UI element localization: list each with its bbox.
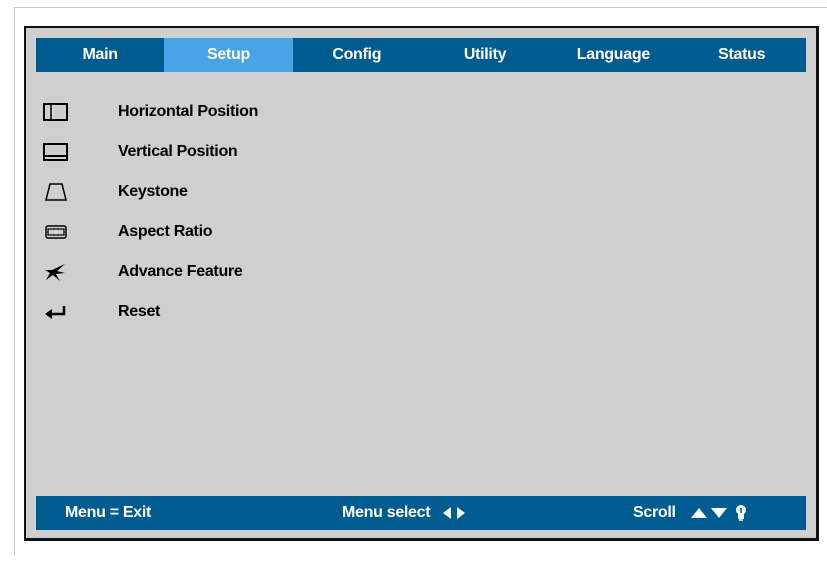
menu-select-label: Menu select [342,504,431,521]
exit-hint: Menu = Exit [65,504,152,521]
setup-menu-list: Horizontal Position Vertical Position Ke… [43,92,258,332]
tab-utility[interactable]: Utility [421,38,549,72]
vertical-position-icon [43,141,79,163]
menu-item-aspect-ratio[interactable]: Aspect Ratio [43,212,258,252]
down-arrow-icon [710,507,728,519]
menu-select-hint: Menu select [342,496,466,530]
osd-menu-panel: Main Setup Config Utility Language Statu… [24,26,819,541]
frame-left-border [14,7,15,555]
menu-item-label: Aspect Ratio [118,223,213,240]
menu-item-horizontal-position[interactable]: Horizontal Position [43,92,258,132]
menu-item-vertical-position[interactable]: Vertical Position [43,132,258,172]
menu-item-reset[interactable]: Reset [43,292,258,332]
menu-item-keystone[interactable]: Keystone [43,172,258,212]
tab-config[interactable]: Config [293,38,421,72]
footer-hint-bar: Menu = Exit Menu select Scroll [36,496,806,530]
keystone-icon [43,181,79,203]
lightbulb-icon [734,504,748,522]
scroll-hint: Scroll [633,496,748,530]
tab-main[interactable]: Main [36,38,164,72]
tab-setup[interactable]: Setup [164,38,293,72]
menu-item-label: Horizontal Position [118,103,259,120]
horizontal-position-icon [43,101,79,123]
reset-icon [43,301,79,323]
menu-item-label: Reset [118,303,161,320]
right-arrow-icon [456,506,466,520]
menu-item-advance-feature[interactable]: Advance Feature [43,252,258,292]
frame-top-border [14,7,827,8]
menu-item-label: Vertical Position [118,143,238,160]
scroll-label: Scroll [633,504,676,521]
up-arrow-icon [690,507,708,519]
menu-item-label: Keystone [118,183,188,200]
tab-language[interactable]: Language [549,38,677,72]
aspect-ratio-icon [43,221,79,243]
left-arrow-icon [442,506,452,520]
menu-item-label: Advance Feature [118,263,243,280]
advance-feature-icon [43,261,79,283]
tab-bar: Main Setup Config Utility Language Statu… [36,38,806,72]
tab-status[interactable]: Status [677,38,805,72]
